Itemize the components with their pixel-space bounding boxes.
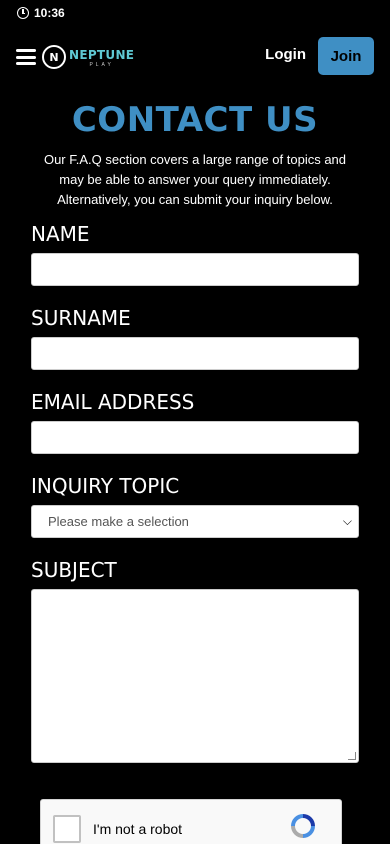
recaptcha-checkbox[interactable] <box>53 815 81 843</box>
logo-main-text: NEPTUNE <box>69 47 135 62</box>
name-label: NAME <box>31 222 90 246</box>
contact-form: NAME SURNAME EMAIL ADDRESS INQUIRY TOPIC… <box>0 220 390 763</box>
header: N NEPTUNE PLAY Login Join <box>0 26 390 88</box>
recaptcha-logo-icon <box>291 814 315 838</box>
subject-textarea[interactable] <box>31 589 359 763</box>
email-label: EMAIL ADDRESS <box>31 390 195 414</box>
inquiry-topic-value: Please make a selection <box>48 514 189 529</box>
resize-grip-icon[interactable] <box>348 752 356 760</box>
page-title: CONTACT US <box>71 100 319 140</box>
logo-mark: N <box>42 45 66 69</box>
clock-icon <box>17 7 29 19</box>
intro-text: Our F.A.Q section covers a large range o… <box>43 152 347 207</box>
status-time: 10:36 <box>34 6 65 20</box>
inquiry-topic-label: INQUIRY TOPIC <box>31 474 180 498</box>
email-field[interactable] <box>31 421 359 454</box>
surname-label: SURNAME <box>31 306 131 330</box>
chevron-down-icon: ⌵ <box>342 514 352 528</box>
surname-field[interactable] <box>31 337 359 370</box>
logo[interactable]: N NEPTUNE PLAY <box>42 45 134 69</box>
inquiry-topic-select[interactable]: Please make a selection ⌵ <box>31 505 359 538</box>
login-link[interactable]: Login <box>265 46 306 63</box>
logo-sub-text: PLAY <box>89 61 114 68</box>
recaptcha-widget: I'm not a robot <box>40 799 342 844</box>
menu-icon[interactable] <box>16 47 36 67</box>
recaptcha-label: I'm not a robot <box>93 821 183 837</box>
name-field[interactable] <box>31 253 359 286</box>
join-button[interactable]: Join <box>318 37 374 75</box>
status-bar: 10:36 <box>0 0 390 26</box>
subject-label: SUBJECT <box>31 558 117 582</box>
